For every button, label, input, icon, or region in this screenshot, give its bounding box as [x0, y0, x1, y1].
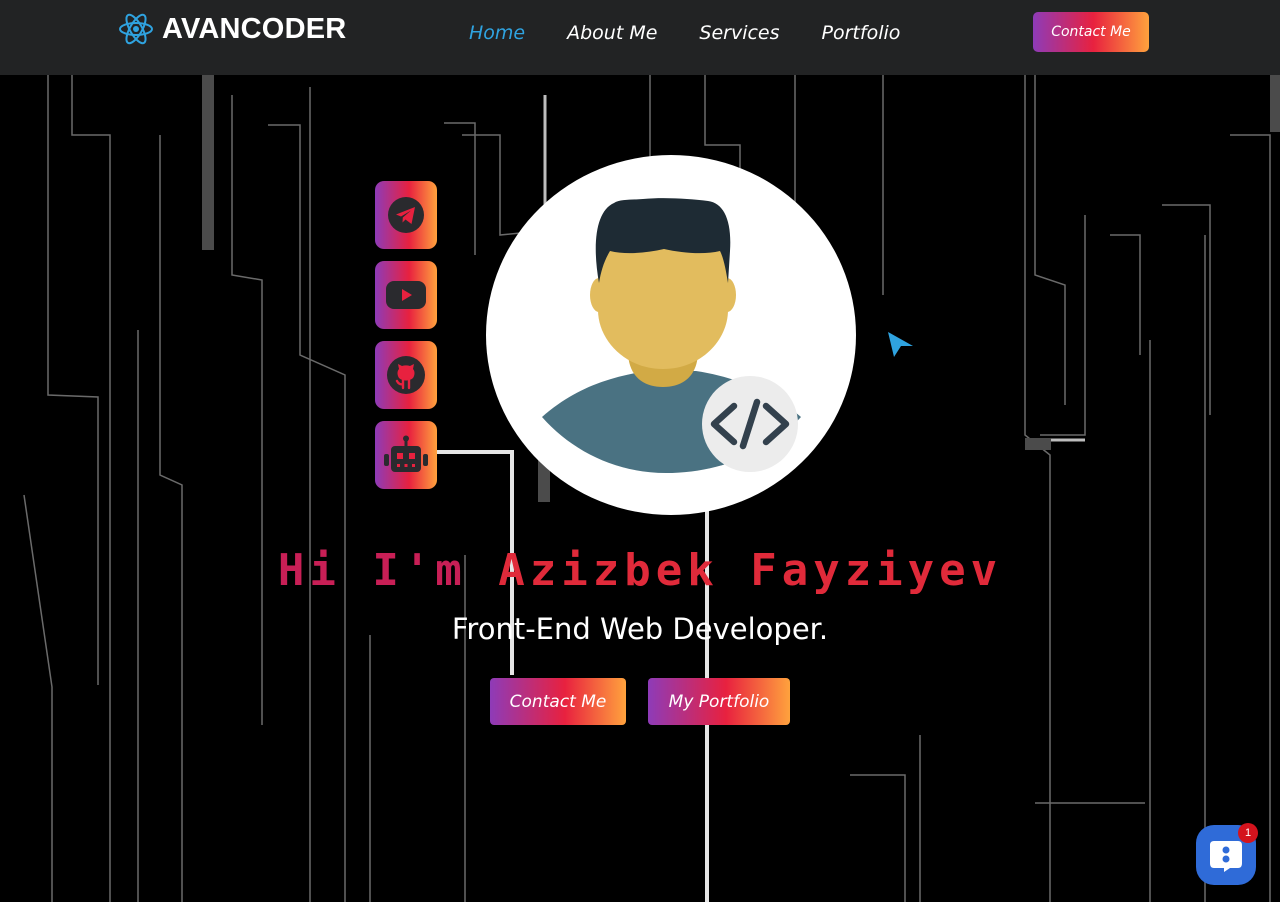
- bot-button[interactable]: [375, 421, 437, 489]
- nav-link-services[interactable]: Services: [699, 22, 779, 44]
- telegram-button[interactable]: [375, 181, 437, 249]
- nav-link-home[interactable]: Home: [469, 22, 525, 44]
- hero-contact-button[interactable]: Contact Me: [490, 678, 626, 725]
- youtube-button[interactable]: [375, 261, 437, 329]
- nav-menu: Home About Me Services Portfolio: [469, 22, 942, 44]
- hero-portfolio-button[interactable]: My Portfolio: [648, 678, 790, 725]
- hero-name: Azizbek Fayziyev: [498, 545, 1003, 596]
- youtube-icon: [386, 281, 426, 309]
- brand-name: AVANCODER: [162, 12, 347, 45]
- hero-heading: Hi I'm Azizbek Fayziyev: [0, 545, 1280, 596]
- mouse-cursor-icon: [888, 332, 913, 357]
- nav-link-portfolio[interactable]: Portfolio: [822, 22, 901, 44]
- hero-greeting: Hi I'm: [277, 545, 499, 596]
- top-navbar: AVANCODER Home About Me Services Portfol…: [0, 0, 1280, 75]
- nav-contact-button[interactable]: Contact Me: [1033, 12, 1149, 52]
- profile-avatar: [486, 155, 856, 515]
- brand-logo[interactable]: AVANCODER: [118, 12, 346, 46]
- react-atom-icon: [119, 13, 153, 45]
- github-button[interactable]: [375, 341, 437, 409]
- chat-bubble-icon: [1210, 841, 1242, 872]
- robot-icon: [384, 435, 428, 472]
- github-icon: [387, 356, 425, 394]
- chat-notification-badge: 1: [1238, 823, 1258, 843]
- hero-subtitle: Front-End Web Developer.: [451, 612, 829, 646]
- telegram-icon: [388, 197, 424, 233]
- developer-avatar-illustration: [542, 198, 801, 473]
- nav-link-about[interactable]: About Me: [567, 22, 657, 44]
